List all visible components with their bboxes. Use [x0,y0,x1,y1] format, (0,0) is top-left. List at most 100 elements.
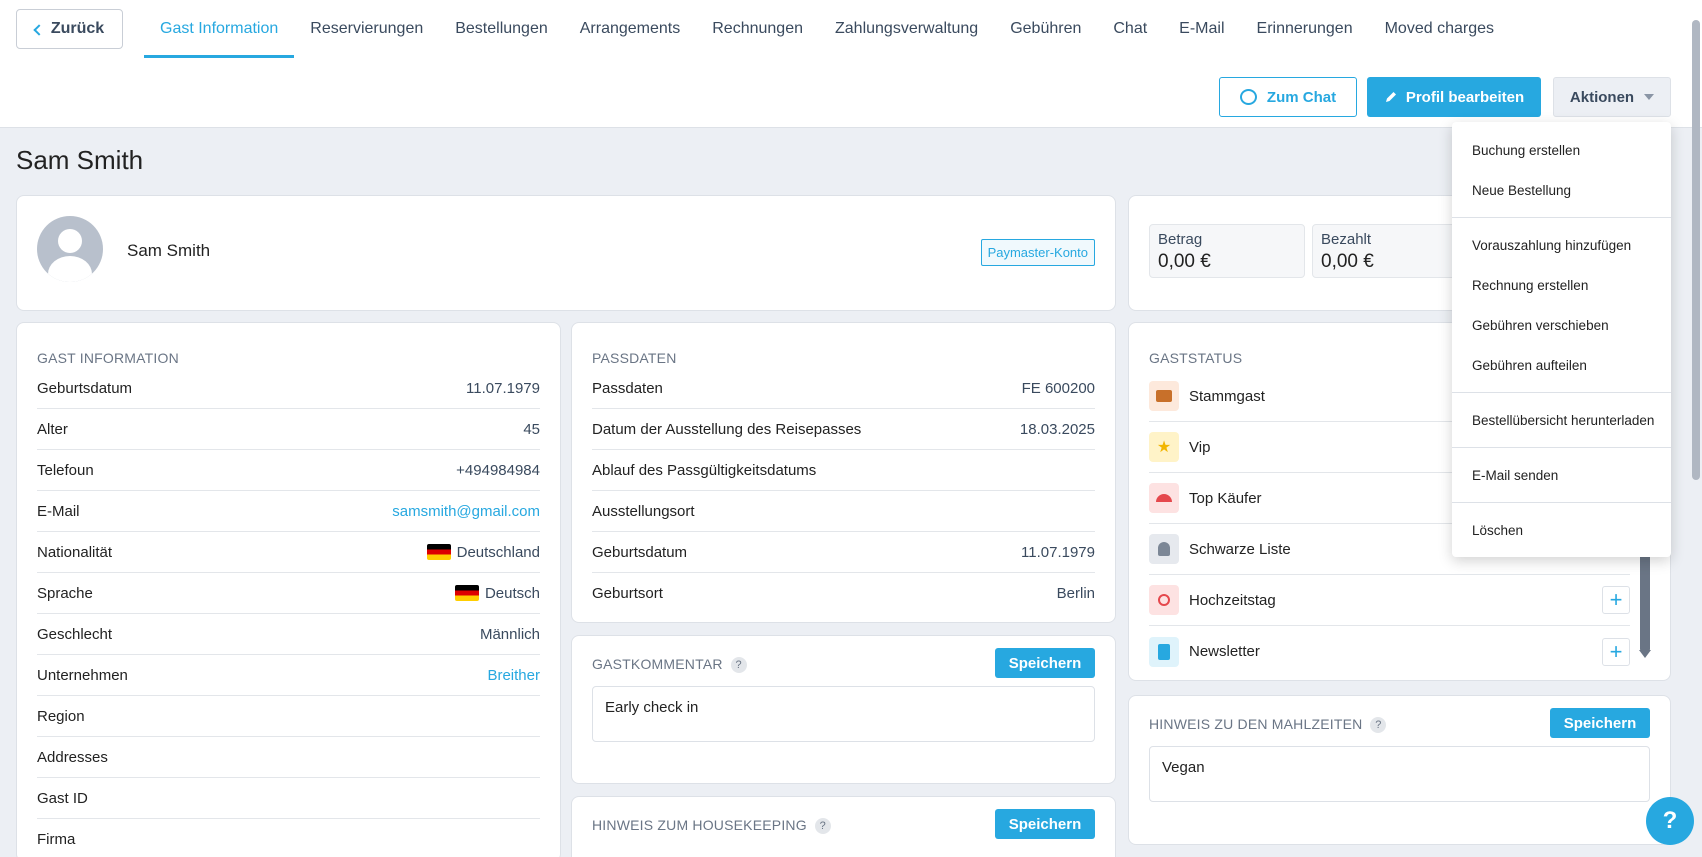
meals-textarea[interactable]: Vegan [1149,746,1650,802]
row-key: Geburtsort [592,585,663,602]
menu-item-send-email[interactable]: E-Mail senden [1452,455,1671,495]
page-scrollbar[interactable] [1692,20,1700,480]
info-row-email: E-Mail samsmith@gmail.com [37,491,540,532]
info-row-addresses: Addresses [37,737,540,778]
betrag-value: 0,00 € [1158,251,1211,272]
help-icon[interactable]: ? [1370,717,1387,734]
row-value: +494984984 [456,461,540,479]
row-key: Datum der Ausstellung des Reisepasses [592,420,862,438]
row-value: Deutschland [456,543,540,561]
company-link[interactable]: Breither [487,667,540,684]
back-button[interactable]: Zurück [16,9,123,49]
caret-down-icon [1644,94,1655,100]
menu-item-create-booking[interactable]: Buchung erstellen [1452,130,1671,170]
menu-item-download-order-overview[interactable]: Bestellübersicht herunterladen [1452,400,1671,440]
save-comment-button[interactable]: Speichern [995,648,1095,678]
housekeeping-title: HINWEIS ZUM HOUSEKEEPING [592,817,807,833]
row-value: 11.07.1979 [466,379,540,397]
betrag-label: Betrag [1158,231,1203,248]
edit-profile-button[interactable]: Profil bearbeiten [1367,77,1541,117]
actions-dropdown-button[interactable]: Aktionen [1553,77,1671,117]
menu-divider [1452,392,1671,393]
paymaster-badge: Paymaster-Konto [980,239,1095,266]
add-hochzeitstag-button[interactable]: + [1602,586,1630,614]
save-meals-button[interactable]: Speichern [1550,708,1650,738]
chevron-left-icon [33,23,45,36]
status-label: Schwarze Liste [1189,540,1291,558]
tab-gebuehren[interactable]: Gebühren [994,0,1097,58]
tab-chat[interactable]: Chat [1097,0,1163,58]
tab-arrangements[interactable]: Arrangements [564,0,697,58]
tab-bar: Gast Information Reservierungen Bestellu… [144,0,1510,58]
row-value: Männlich [479,625,540,643]
row-value-group: Deutschland [426,543,540,561]
chat-button[interactable]: Zum Chat [1219,77,1357,117]
row-key: Alter [37,420,68,438]
passport-title: PASSDATEN [592,350,677,366]
tab-gast-information[interactable]: Gast Information [144,0,295,58]
info-row-guest-id: Gast ID [37,778,540,819]
row-value: Berlin [1056,585,1095,602]
save-housekeeping-button[interactable]: Speichern [995,809,1095,839]
comment-title-wrap: GASTKOMMENTAR? [592,656,747,674]
tab-email[interactable]: E-Mail [1163,0,1240,58]
email-link[interactable]: samsmith@gmail.com [392,503,540,520]
user-block-icon [1149,534,1179,564]
row-key: Ablauf des Passgültigkeitsdatums [592,461,817,479]
comment-textarea[interactable]: Early check in [592,686,1095,742]
top-navigation: Zurück Gast Information Reservierungen B… [0,0,1702,58]
tab-bestellungen[interactable]: Bestellungen [439,0,564,58]
status-label: Newsletter [1189,643,1260,660]
tab-moved-charges[interactable]: Moved charges [1369,0,1510,58]
menu-item-delete[interactable]: Löschen [1452,510,1671,550]
tab-rechnungen[interactable]: Rechnungen [696,0,819,58]
menu-divider [1452,217,1671,218]
status-title: GASTSTATUS [1149,350,1243,366]
scroll-down-arrow-icon[interactable] [1639,650,1651,658]
passport-row: Ausstellungsort [592,491,1095,532]
row-key: Passdaten [592,379,663,397]
row-key: Firma [37,831,76,848]
row-value: 11.07.1979 [1021,543,1095,561]
info-row-gender: Geschlecht Männlich [37,614,540,655]
row-key: Gast ID [37,789,88,807]
tab-zahlungsverwaltung[interactable]: Zahlungsverwaltung [819,0,994,58]
row-key: Region [37,707,85,725]
row-value: Deutsch [484,584,540,602]
menu-item-add-prepayment[interactable]: Vorauszahlung hinzufügen [1452,225,1671,265]
row-key: Nationalität [37,543,113,561]
menu-item-create-invoice[interactable]: Rechnung erstellen [1452,265,1671,305]
help-icon[interactable]: ? [730,657,747,674]
actions-label: Aktionen [1569,88,1635,106]
row-value-group: Deutsch [454,584,540,602]
row-key: Sprache [37,584,93,602]
info-row-firma: Firma [37,819,540,857]
guest-info-title: GAST INFORMATION [37,350,179,366]
row-value: FE 600200 [1021,379,1095,397]
germany-flag-icon [454,585,479,601]
menu-item-new-order[interactable]: Neue Bestellung [1452,170,1671,210]
passport-row: Datum der Ausstellung des Reisepasses 18.… [592,409,1095,450]
row-key: Geschlecht [37,625,113,643]
amount-bezahlt: Bezahlt 0,00 € [1312,224,1468,278]
passport-row: Passdaten FE 600200 [592,368,1095,409]
passport-row: Ablauf des Passgültigkeitsdatums [592,450,1095,491]
add-newsletter-button[interactable]: + [1602,637,1630,666]
tab-reservierungen[interactable]: Reservierungen [294,0,439,58]
chat-bubble-icon [1239,89,1257,105]
housekeeping-title-wrap: HINWEIS ZUM HOUSEKEEPING? [592,817,831,835]
help-icon[interactable]: ? [814,818,831,835]
passport-row: Geburtsdatum 11.07.1979 [592,532,1095,573]
help-button[interactable]: ? [1646,797,1694,845]
menu-divider [1452,502,1671,503]
info-row-age: Alter 45 [37,409,540,450]
meals-title: HINWEIS ZU DEN MAHLZEITEN [1149,716,1363,732]
pencil-icon [1385,92,1396,102]
info-row-phone: Telefoun +494984984 [37,450,540,491]
passport-row: Geburtsort Berlin [592,573,1095,614]
menu-item-move-charges[interactable]: Gebühren verschieben [1452,305,1671,345]
guest-comment-card: GASTKOMMENTAR? Speichern Early check in [571,635,1116,784]
tab-erinnerungen[interactable]: Erinnerungen [1241,0,1369,58]
info-row-company: Unternehmen Breither [37,655,540,696]
menu-item-split-charges[interactable]: Gebühren aufteilen [1452,345,1671,385]
